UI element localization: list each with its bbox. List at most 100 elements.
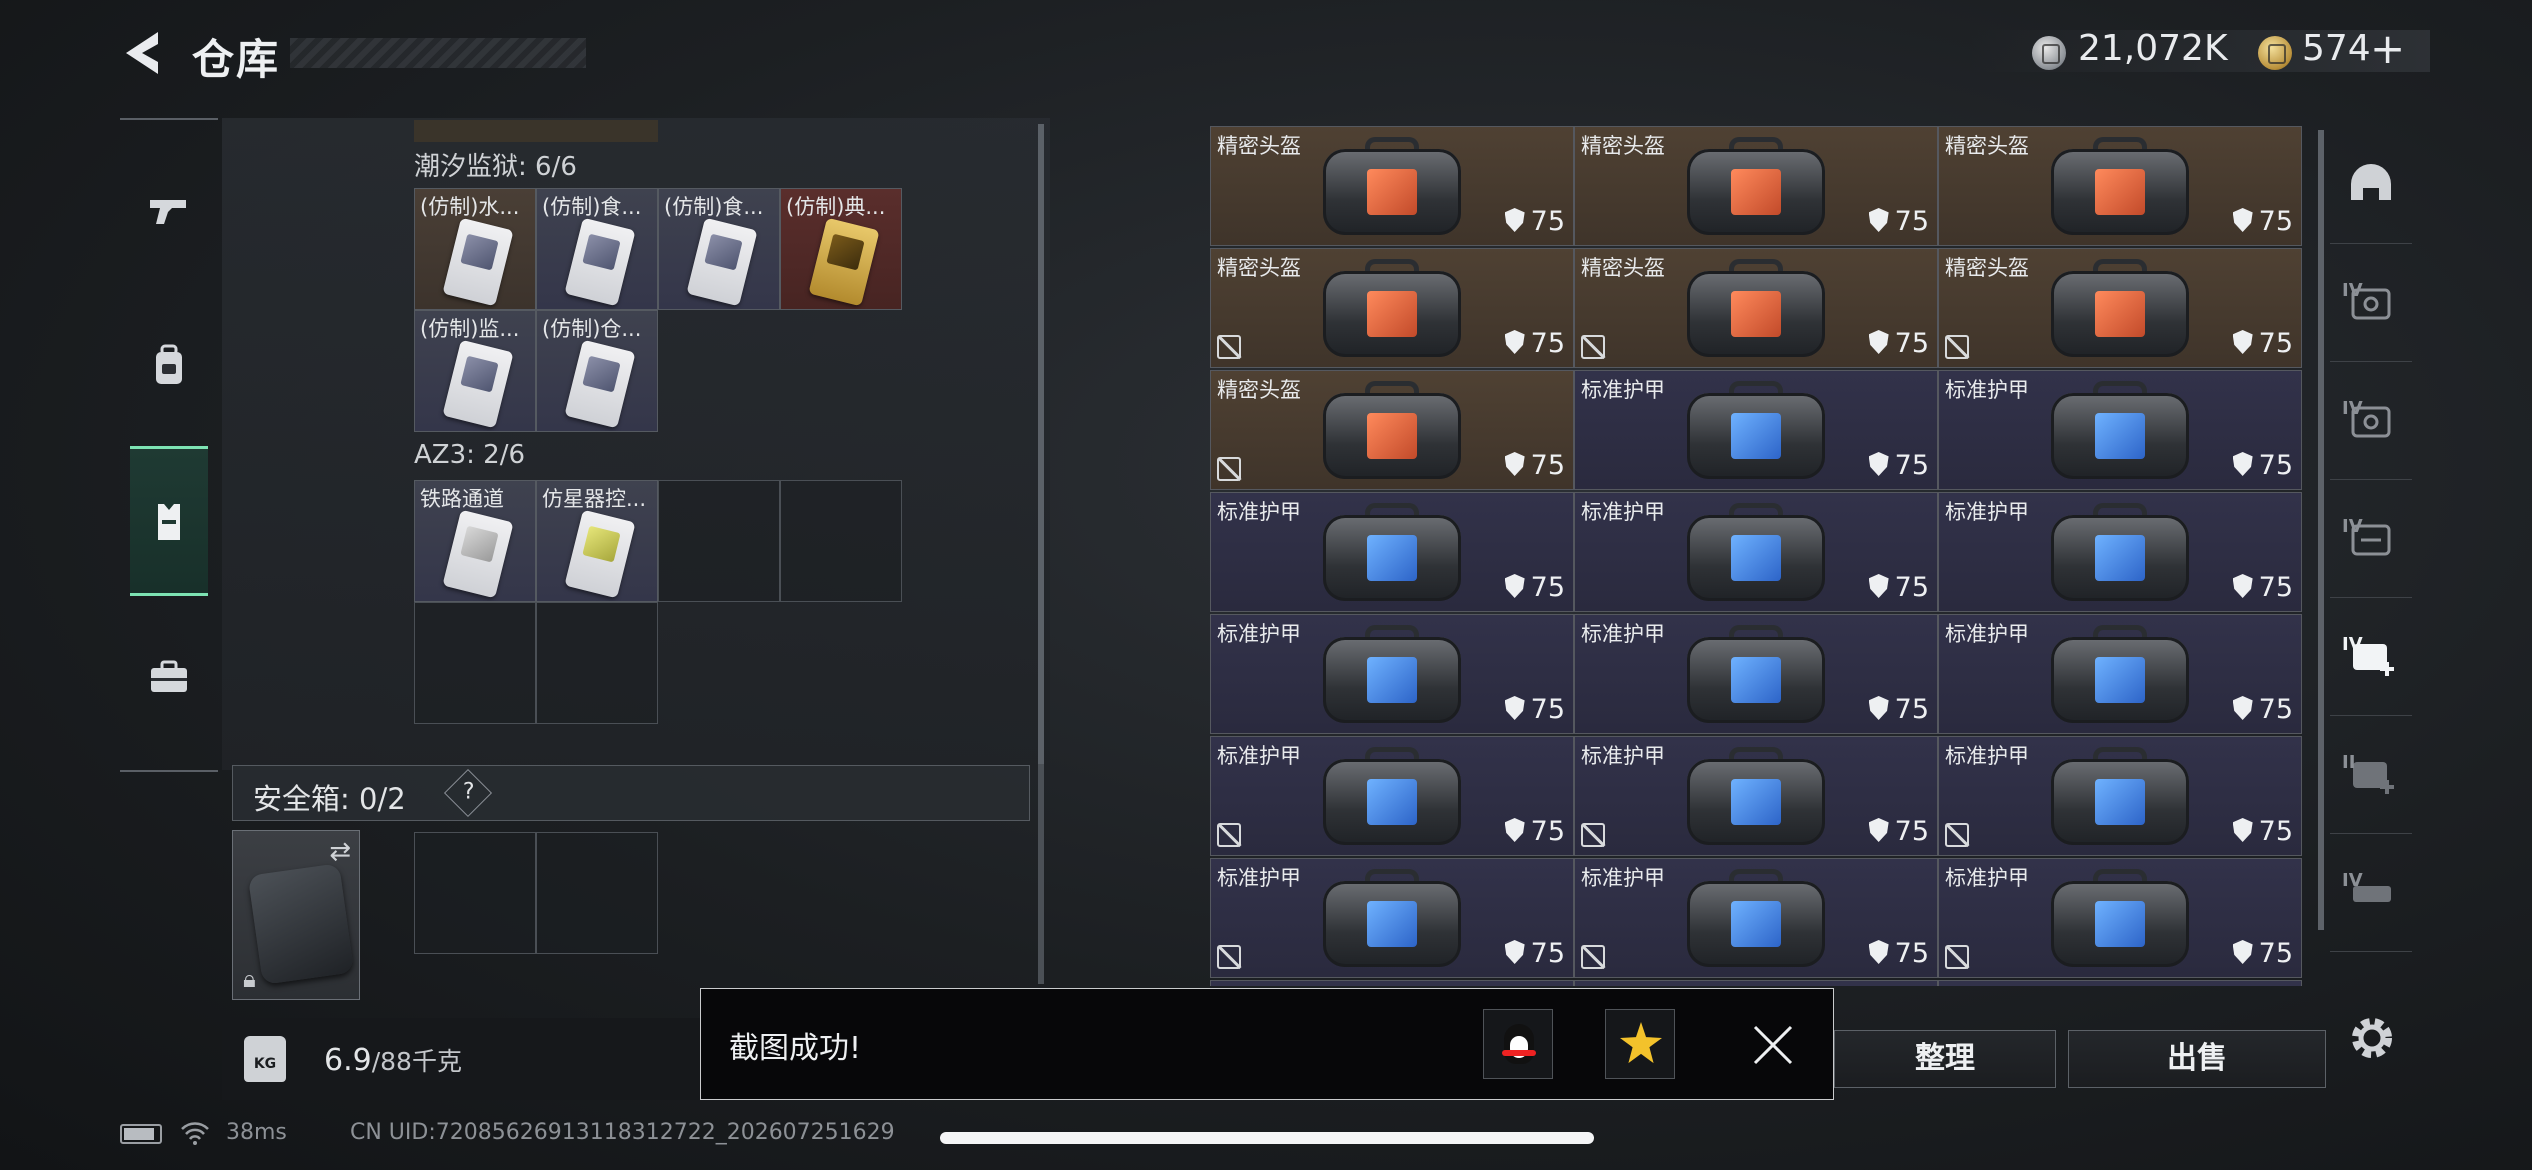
durability: 75: [1504, 206, 1565, 237]
filter-armor-iv[interactable]: IV: [2330, 244, 2412, 362]
inventory-item[interactable]: 标准护甲 75: [1210, 492, 1574, 612]
shield-icon: [2232, 696, 2253, 720]
inventory-item[interactable]: 精密头盔 75: [1210, 126, 1574, 246]
container-item[interactable]: 仿星器控...: [536, 480, 658, 602]
filter-helmet[interactable]: [2330, 126, 2412, 244]
empty-slot[interactable]: [658, 480, 780, 602]
inventory-item[interactable]: 标准护甲 75: [1938, 370, 2302, 490]
inventory-item[interactable]: 标准护甲 75: [1574, 370, 1938, 490]
scroll-thumb[interactable]: [2318, 130, 2324, 930]
durability: 75: [1504, 328, 1565, 359]
back-arrow-icon[interactable]: [118, 28, 166, 78]
inventory-item[interactable]: [1210, 980, 1574, 986]
item-name: 标准护甲: [1581, 500, 1665, 524]
durability: 75: [2232, 328, 2293, 359]
container-item[interactable]: (仿制)监...: [414, 310, 536, 432]
container-item[interactable]: (仿制)食...: [536, 188, 658, 310]
inventory-item[interactable]: 标准护甲 75: [1210, 614, 1574, 734]
item-name: 标准护甲: [1945, 622, 2029, 646]
helmet-item-icon: [2051, 137, 2189, 237]
share-qq-button[interactable]: [1483, 1009, 1553, 1079]
item-name: 标准护甲: [1945, 866, 2029, 890]
inventory-item[interactable]: 精密头盔 75: [1574, 248, 1938, 368]
safe-box-case[interactable]: ⇄ 🔒︎: [232, 830, 360, 1000]
filter-medkit-ii[interactable]: II: [2330, 716, 2412, 834]
safe-box-slots[interactable]: [414, 832, 658, 954]
armor-item-icon: [1687, 747, 1825, 847]
inventory-item[interactable]: 标准护甲 75: [1938, 858, 2302, 978]
inventory-item[interactable]: [1574, 980, 1938, 986]
home-indicator[interactable]: [940, 1132, 1594, 1144]
helmet-filter-icon: [2351, 163, 2391, 200]
inventory-scrollbar[interactable]: [2318, 130, 2324, 930]
durability: 75: [1504, 572, 1565, 603]
add-currency-button[interactable]: +: [2370, 24, 2405, 73]
no-loss-icon: [1581, 945, 1605, 969]
container-item[interactable]: (仿制)食...: [658, 188, 780, 310]
shield-icon: [1504, 696, 1525, 720]
inventory-item[interactable]: 精密头盔 75: [1938, 248, 2302, 368]
keycard-icon: [564, 339, 636, 429]
gear-icon[interactable]: [2344, 1010, 2400, 1066]
sort-button[interactable]: 整理: [1834, 1030, 2056, 1088]
container-item[interactable]: (仿制)仓...: [536, 310, 658, 432]
filter-medkit-iv[interactable]: IV: [2330, 598, 2412, 716]
item-name: 标准护甲: [1581, 378, 1665, 402]
filter-ammo-iv[interactable]: IV: [2330, 834, 2412, 952]
partial-item-above: [414, 120, 658, 142]
durability: 75: [1504, 938, 1565, 969]
sell-button[interactable]: 出售: [2068, 1030, 2326, 1088]
inventory-item[interactable]: 标准护甲 75: [1210, 858, 1574, 978]
inventory-item[interactable]: 标准护甲 75: [1574, 858, 1938, 978]
shield-icon: [1868, 818, 1889, 842]
inventory-item[interactable]: 精密头盔 75: [1574, 126, 1938, 246]
item-name: 精密头盔: [1217, 256, 1301, 280]
inventory-item[interactable]: 标准护甲 75: [1574, 736, 1938, 856]
close-icon[interactable]: [1747, 1019, 1799, 1071]
shield-icon: [2232, 940, 2253, 964]
no-loss-icon: [1945, 335, 1969, 359]
inventory-item[interactable]: 精密头盔 75: [1938, 126, 2302, 246]
item-name: 标准护甲: [1945, 744, 2029, 768]
share-qzone-button[interactable]: [1605, 1009, 1675, 1079]
shield-icon: [1868, 208, 1889, 232]
inventory-item[interactable]: 精密头盔 75: [1210, 370, 1574, 490]
inventory-item[interactable]: 精密头盔 75: [1210, 248, 1574, 368]
inventory-item[interactable]: 标准护甲 75: [1574, 614, 1938, 734]
durability: 75: [1868, 206, 1929, 237]
inventory-item[interactable]: 标准护甲 75: [1210, 736, 1574, 856]
empty-slot[interactable]: [536, 602, 658, 724]
inventory-item[interactable]: 标准护甲 75: [1938, 492, 2302, 612]
keycard-icon: [686, 217, 758, 307]
shield-icon: [1868, 574, 1889, 598]
nav-vest[interactable]: [130, 446, 208, 596]
nav-backpack[interactable]: [130, 290, 208, 440]
safe-case-icon: [247, 863, 355, 985]
help-button[interactable]: ?: [443, 768, 493, 818]
item-name: 标准护甲: [1217, 744, 1301, 768]
container-item[interactable]: (仿制)水...: [414, 188, 536, 310]
inventory-item[interactable]: 标准护甲 75: [1938, 614, 2302, 734]
inventory-item[interactable]: 标准护甲 75: [1938, 736, 2302, 856]
scroll-thumb[interactable]: [1038, 124, 1044, 764]
durability: 75: [1868, 450, 1929, 481]
swap-icon[interactable]: ⇄: [329, 837, 351, 867]
no-loss-icon: [1945, 945, 1969, 969]
empty-slot[interactable]: [780, 480, 902, 602]
nav-weapons[interactable]: [130, 136, 208, 286]
no-loss-icon: [1217, 945, 1241, 969]
inventory-item[interactable]: 标准护甲: [1938, 980, 2302, 986]
durability: 75: [1868, 816, 1929, 847]
durability: 75: [1504, 694, 1565, 725]
inventory-item[interactable]: 标准护甲 75: [1574, 492, 1938, 612]
container-item[interactable]: 铁路通道: [414, 480, 536, 602]
filter-armor-iv[interactable]: IV: [2330, 362, 2412, 480]
filter-armor-iv[interactable]: IV: [2330, 480, 2412, 598]
armor-item-icon: [1323, 625, 1461, 725]
container-scrollbar[interactable]: [1038, 124, 1044, 984]
wifi-icon: [181, 1122, 209, 1145]
empty-slot[interactable]: [414, 602, 536, 724]
nav-briefcase[interactable]: [130, 602, 208, 752]
shield-icon: [1504, 818, 1525, 842]
container-item[interactable]: (仿制)典...: [780, 188, 902, 310]
